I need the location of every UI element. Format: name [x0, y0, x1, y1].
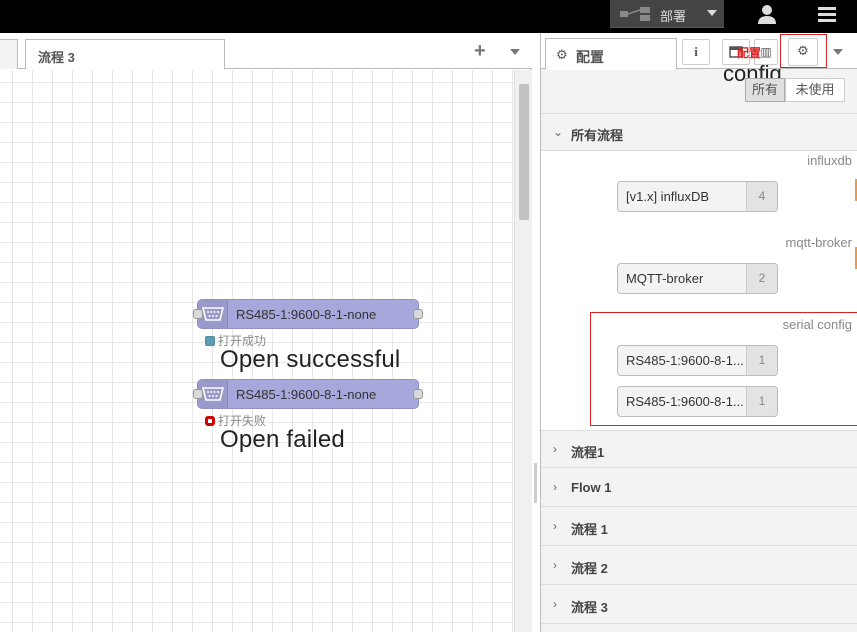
chevron-down-icon[interactable] [707, 10, 717, 16]
workspace-tabbar: 流程 3 + [0, 33, 532, 70]
sidebar-tabbar: ⚙ 配置 i ▥ 配置 ⚙ config [541, 33, 857, 86]
user-icon[interactable] [752, 2, 782, 28]
add-tab-icon[interactable]: + [474, 41, 486, 61]
vertical-scrollbar[interactable] [514, 70, 532, 632]
category-label: mqtt-broker [785, 235, 852, 250]
section-label: 流程 2 [571, 561, 608, 576]
tab-menu-icon[interactable] [510, 49, 520, 55]
flow-canvas[interactable]: RS485-1:9600-8-1-none 打开成功 Open successf… [0, 70, 514, 632]
chevron-right-icon: › [553, 519, 557, 533]
tab-previous[interactable] [0, 39, 18, 69]
menu-icon[interactable] [812, 2, 842, 28]
input-port[interactable] [193, 389, 203, 399]
filter-all-button[interactable]: 所有 [745, 78, 785, 102]
tab-config[interactable]: ⚙ 配置 [545, 38, 677, 70]
config-node-label: RS485-1:9600-8-1... [626, 353, 744, 368]
tab-flow-3[interactable]: 流程 3 [25, 39, 225, 70]
usage-count: 2 [746, 264, 777, 293]
config-node[interactable]: MQTT-broker 2 [617, 263, 778, 294]
serial-node[interactable]: RS485-1:9600-8-1-none [193, 299, 423, 329]
serial-port-icon [201, 387, 225, 401]
serial-port-icon [201, 307, 225, 321]
chevron-right-icon: › [553, 597, 557, 611]
splitter-grip[interactable] [534, 463, 537, 503]
chevron-down-icon[interactable] [833, 49, 843, 55]
serial-node[interactable]: RS485-1:9600-8-1-none [193, 379, 423, 409]
deploy-icon [620, 7, 650, 21]
node-label: RS485-1:9600-8-1-none [236, 387, 377, 402]
config-node[interactable]: RS485-1:9600-8-1... 1 [617, 386, 778, 417]
highlight-box [780, 34, 827, 68]
section-flow[interactable]: › 流程 1 [541, 508, 857, 546]
section-flow[interactable]: › 流程 3 [541, 586, 857, 624]
input-port[interactable] [193, 309, 203, 319]
section-label: 流程 3 [571, 600, 608, 615]
config-node-label: MQTT-broker [626, 271, 704, 286]
annotation-text: Open successful [220, 346, 401, 373]
info-icon: i [694, 44, 698, 59]
section-label: 流程 1 [571, 522, 608, 537]
section-all-flows[interactable]: ⌄ 所有流程 [541, 113, 857, 151]
tab-label: 配置 [576, 49, 604, 65]
section-label: Flow 1 [571, 480, 612, 495]
config-node[interactable]: RS485-1:9600-8-1... 1 [617, 345, 778, 376]
workspace: 流程 3 + RS485-1:9600-8-1-none 打开成功 Open s… [0, 33, 532, 632]
config-node-label: RS485-1:9600-8-1... [626, 394, 744, 409]
category-label: serial config [782, 317, 852, 332]
section-flow[interactable]: › 流程1 [541, 430, 857, 468]
usage-count: 1 [746, 387, 777, 416]
sidebar-splitter[interactable] [532, 33, 540, 632]
section-flow[interactable]: › Flow 1 [541, 469, 857, 507]
chevron-right-icon: › [553, 442, 557, 456]
usage-count: 4 [746, 182, 777, 211]
deploy-label: 部署 [660, 9, 687, 24]
header-bar: 部署 [0, 0, 857, 33]
info-button[interactable]: i [682, 39, 710, 65]
deploy-button[interactable]: 部署 [610, 0, 724, 28]
scrollbar-thumb[interactable] [519, 84, 529, 220]
output-port[interactable] [413, 389, 423, 399]
node-label: RS485-1:9600-8-1-none [236, 307, 377, 322]
status-ok-icon [205, 336, 215, 346]
usage-count: 1 [746, 346, 777, 375]
chevron-right-icon: › [553, 558, 557, 572]
filter-unused-button[interactable]: 未使用 [785, 78, 845, 102]
config-overlay-text: 配置 [737, 46, 762, 60]
section-label: 所有流程 [571, 128, 624, 143]
bar-chart-icon: ▥ [760, 45, 772, 59]
section-flow[interactable]: › 流程 2 [541, 547, 857, 585]
node-red-editor: 部署 流程 3 + RS485-1:9600-8-1-none 打开成功 Ope… [0, 0, 857, 632]
output-port[interactable] [413, 309, 423, 319]
section-label: 流程1 [571, 445, 605, 460]
status-fail-icon [205, 416, 215, 426]
config-node[interactable]: [v1.x] influxDB 4 [617, 181, 778, 212]
chevron-down-icon: ⌄ [553, 125, 564, 139]
gear-icon: ⚙ [556, 47, 568, 62]
config-node-list: influxdb [v1.x] influxDB 4 mqtt-broker M… [541, 151, 857, 458]
chevron-right-icon: › [553, 480, 557, 494]
sidebar: ⚙ 配置 i ▥ 配置 ⚙ config 所有 未使用 ⌄ 所有流程 influ… [540, 33, 857, 632]
category-label: influxdb [807, 153, 852, 168]
config-node-label: [v1.x] influxDB [626, 189, 710, 204]
annotation-text: Open failed [220, 426, 345, 453]
tab-label: 流程 3 [38, 50, 75, 65]
